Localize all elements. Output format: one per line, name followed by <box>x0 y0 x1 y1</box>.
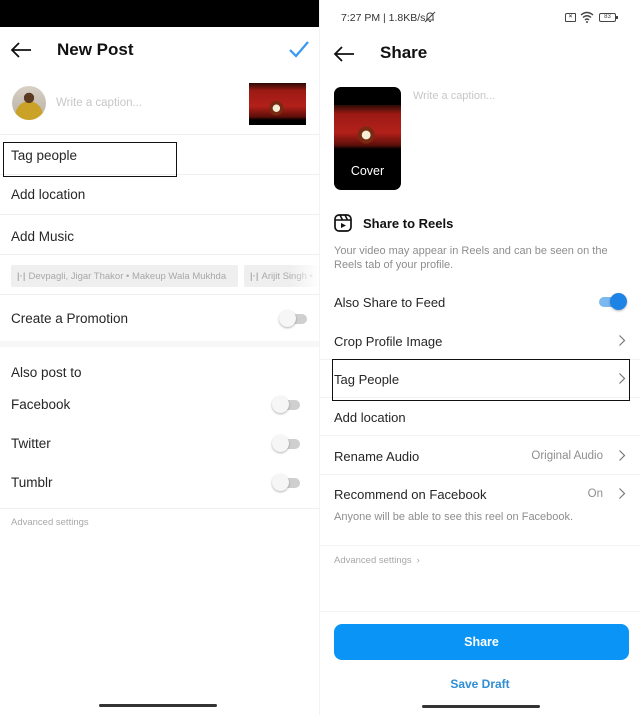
reels-icon <box>334 214 352 232</box>
twitter-label: Twitter <box>11 436 51 451</box>
post-thumbnail <box>249 83 306 125</box>
create-promotion-label: Create a Promotion <box>11 311 129 326</box>
recommend-subtext: Anyone will be able to see this reel on … <box>334 511 574 523</box>
music-chip[interactable]: |·| Devpagli, Jigar Thakor • Makeup Wala … <box>11 265 238 287</box>
add-music-row[interactable]: Add Music <box>0 215 320 255</box>
twitter-row: Twitter <box>0 426 320 462</box>
share-to-reels-title: Share to Reels <box>363 216 454 231</box>
music-bars-icon: |·| <box>250 271 259 282</box>
facebook-row: Facebook <box>0 387 320 423</box>
arrow-left-icon[interactable] <box>10 42 32 58</box>
scroll-fade <box>290 255 320 294</box>
reels-description: Your video may appear in Reels and can b… <box>334 245 608 271</box>
music-bars-icon: |·| <box>17 271 26 282</box>
add-location-row[interactable]: Add location <box>320 398 640 436</box>
also-share-to-feed-toggle[interactable] <box>597 293 627 310</box>
notifications-muted-icon <box>424 11 436 23</box>
add-location-label: Add location <box>334 410 406 425</box>
facebook-label: Facebook <box>11 397 71 412</box>
tag-people-label: Tag people <box>11 148 78 163</box>
status-time-speed: 7:27 PM | 1.8KB/s <box>341 12 426 24</box>
create-promotion-toggle[interactable] <box>279 310 309 327</box>
crop-profile-image-label: Crop Profile Image <box>334 334 443 349</box>
also-share-to-feed-label: Also Share to Feed <box>334 295 446 310</box>
new-post-screen: New Post Write a caption... Tag people A… <box>0 0 320 715</box>
chevron-right-icon <box>619 373 626 384</box>
advanced-settings-link[interactable]: Advanced settings <box>11 517 89 528</box>
chevron-right-icon <box>619 488 626 499</box>
rename-audio-row[interactable]: Rename Audio Original Audio <box>320 437 640 475</box>
advanced-settings-label: Advanced settings <box>334 555 412 566</box>
divider <box>0 508 320 509</box>
advanced-settings-link[interactable]: Advanced settings › <box>334 555 420 566</box>
recommend-on-facebook-value: On <box>587 488 603 500</box>
recommend-on-facebook-row[interactable]: Recommend on Facebook On Anyone will be … <box>320 476 640 546</box>
recommend-on-facebook-label: Recommend on Facebook <box>334 487 487 502</box>
create-promotion-row: Create a Promotion <box>0 295 320 347</box>
cover-label: Cover <box>350 164 385 178</box>
wifi-icon <box>580 11 594 23</box>
status-bar-black <box>0 0 320 27</box>
music-suggestions: |·| Devpagli, Jigar Thakor • Makeup Wala … <box>0 255 320 295</box>
add-location-label: Add location <box>11 187 86 202</box>
cover-thumbnail[interactable]: Cover <box>334 87 401 190</box>
also-post-to-heading: Also post to <box>11 365 82 380</box>
music-chip-text: Devpagli, Jigar Thakor • Makeup Wala Muk… <box>28 271 227 282</box>
sim-card-icon: × <box>565 13 576 22</box>
rename-audio-label: Rename Audio <box>334 449 420 464</box>
add-location-row[interactable]: Add location <box>0 175 320 215</box>
chevron-right-icon <box>619 450 626 461</box>
add-music-label: Add Music <box>11 229 75 244</box>
cover-image <box>334 105 401 155</box>
divider <box>320 611 640 612</box>
tag-people-row[interactable]: Tag people <box>0 135 320 175</box>
save-draft-button[interactable]: Save Draft <box>320 677 640 691</box>
page-title: Share <box>380 43 428 62</box>
status-bar: 7:27 PM | 1.8KB/s × 83 <box>320 0 640 36</box>
page-title: New Post <box>57 40 134 59</box>
arrow-left-icon[interactable] <box>333 46 355 62</box>
avatar <box>12 86 46 120</box>
tumblr-label: Tumblr <box>11 475 53 490</box>
crop-profile-image-row[interactable]: Crop Profile Image <box>320 322 640 360</box>
tag-people-row[interactable]: Tag People <box>320 360 640 398</box>
chevron-right-icon <box>619 335 626 346</box>
new-post-header: New Post <box>0 27 320 72</box>
share-header: Share <box>320 36 640 72</box>
rename-audio-value: Original Audio <box>531 450 603 462</box>
caption-input[interactable]: Write a caption... <box>413 90 495 102</box>
chevron-right-icon: › <box>416 555 420 566</box>
checkmark-icon[interactable] <box>288 39 310 59</box>
tumblr-toggle[interactable] <box>272 474 302 491</box>
tag-people-label: Tag People <box>334 372 400 387</box>
share-button[interactable]: Share <box>334 624 629 660</box>
twitter-toggle[interactable] <box>272 435 302 452</box>
battery-icon: 83 <box>599 13 618 22</box>
home-indicator[interactable] <box>99 704 217 707</box>
home-indicator[interactable] <box>422 705 540 708</box>
also-share-to-feed-row: Also Share to Feed <box>320 283 640 321</box>
tumblr-row: Tumblr <box>0 465 320 501</box>
caption-input[interactable]: Write a caption... <box>56 97 142 109</box>
facebook-toggle[interactable] <box>272 396 302 413</box>
